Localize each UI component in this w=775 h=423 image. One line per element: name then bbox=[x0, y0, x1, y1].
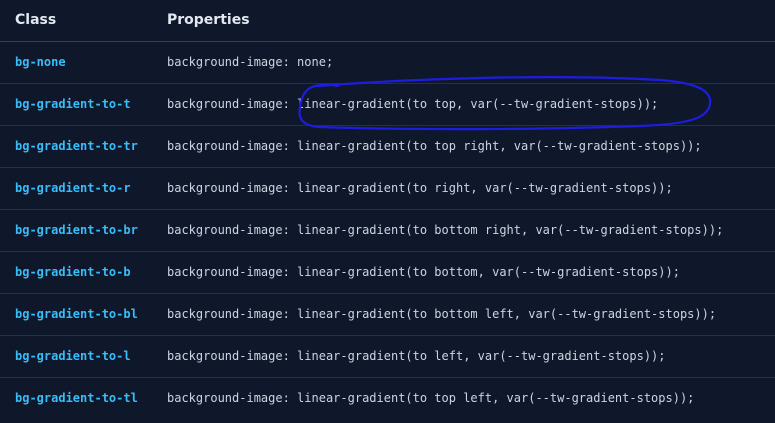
property-value: background-image: linear-gradient(to top… bbox=[167, 139, 702, 153]
property-value: background-image: linear-gradient(to top… bbox=[167, 391, 695, 405]
table-row: bg-gradient-to-tl background-image: line… bbox=[0, 378, 775, 420]
class-name: bg-gradient-to-bl bbox=[15, 307, 138, 321]
table-row: bg-gradient-to-t background-image: linea… bbox=[0, 84, 775, 126]
table-row: bg-gradient-to-br background-image: line… bbox=[0, 210, 775, 252]
class-name: bg-gradient-to-tl bbox=[15, 391, 138, 405]
class-name: bg-gradient-to-br bbox=[15, 223, 138, 237]
property-value: background-image: linear-gradient(to lef… bbox=[167, 349, 666, 363]
property-value: background-image: none; bbox=[167, 55, 334, 69]
table-row: bg-none background-image: none; bbox=[0, 42, 775, 84]
header-properties: Properties bbox=[167, 12, 250, 28]
class-name: bg-gradient-to-l bbox=[15, 349, 131, 363]
property-value: background-image: linear-gradient(to top… bbox=[167, 97, 659, 111]
property-value: background-image: linear-gradient(to rig… bbox=[167, 181, 673, 195]
property-value: background-image: linear-gradient(to bot… bbox=[167, 265, 680, 279]
property-value: background-image: linear-gradient(to bot… bbox=[167, 223, 724, 237]
property-value: background-image: linear-gradient(to bot… bbox=[167, 307, 717, 321]
header-class: Class bbox=[15, 12, 57, 28]
table-row: bg-gradient-to-bl background-image: line… bbox=[0, 294, 775, 336]
class-name: bg-gradient-to-tr bbox=[15, 139, 138, 153]
class-name: bg-none bbox=[15, 55, 66, 69]
table-row: bg-gradient-to-r background-image: linea… bbox=[0, 168, 775, 210]
table-header: Class Properties bbox=[0, 0, 775, 42]
class-name: bg-gradient-to-r bbox=[15, 181, 131, 195]
class-name: bg-gradient-to-t bbox=[15, 97, 131, 111]
table-row: bg-gradient-to-b background-image: linea… bbox=[0, 252, 775, 294]
table-row: bg-gradient-to-l background-image: linea… bbox=[0, 336, 775, 378]
table-row: bg-gradient-to-tr background-image: line… bbox=[0, 126, 775, 168]
class-name: bg-gradient-to-b bbox=[15, 265, 131, 279]
utility-class-table: Class Properties bg-none background-imag… bbox=[0, 0, 775, 423]
